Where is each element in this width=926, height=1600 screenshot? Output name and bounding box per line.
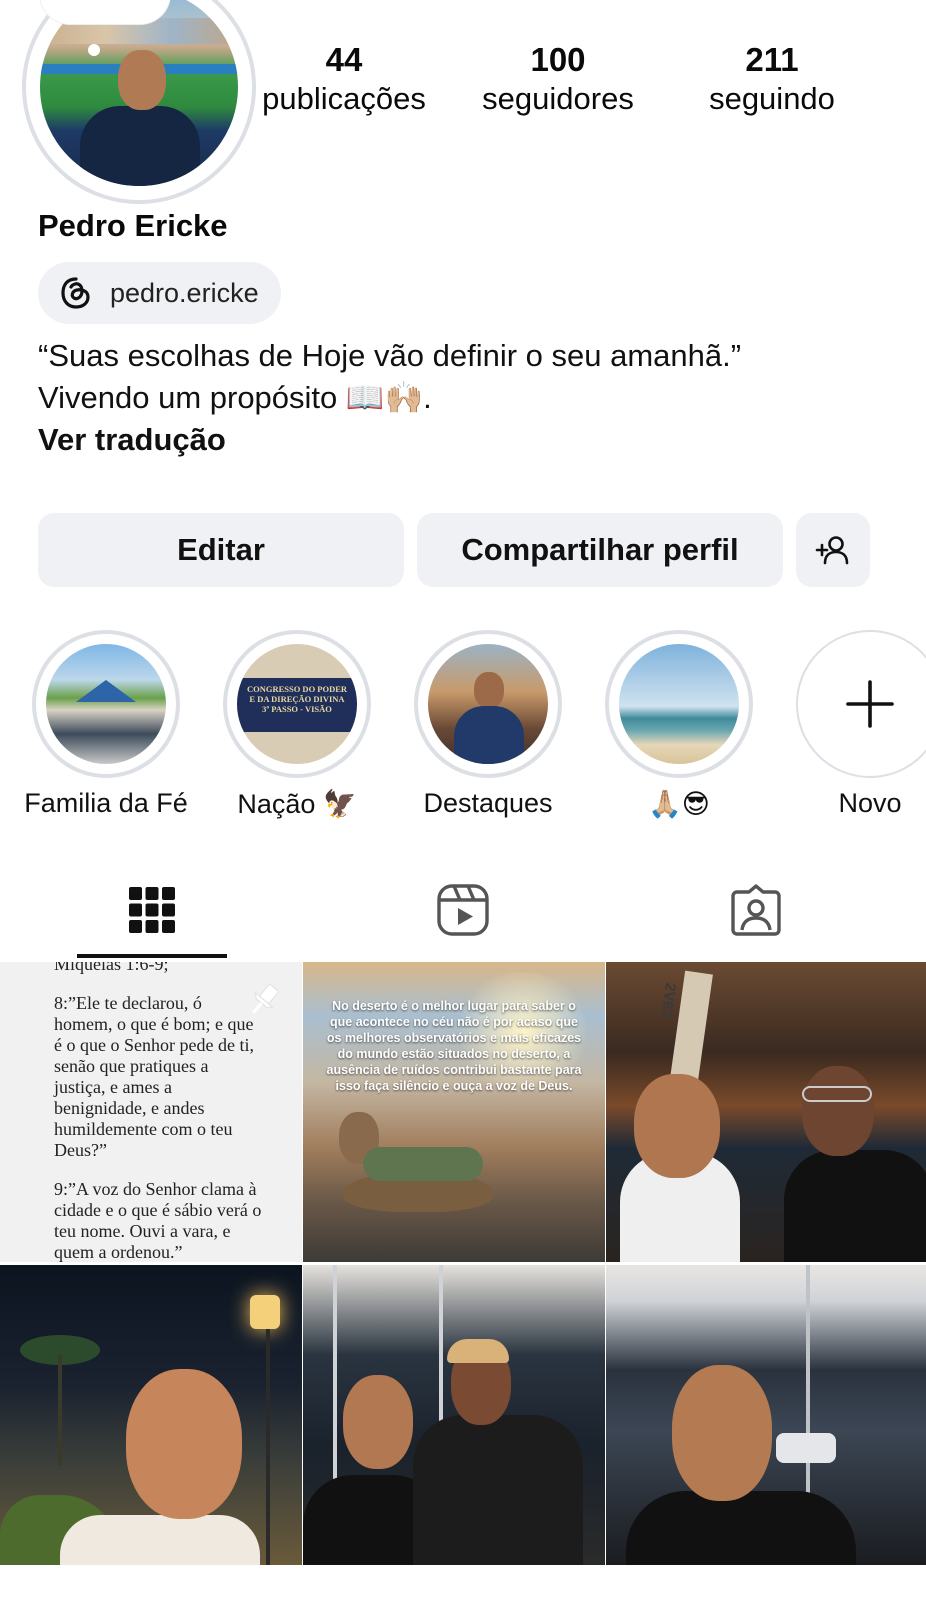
highlight-ring bbox=[414, 630, 562, 778]
threads-handle: pedro.ericke bbox=[110, 277, 259, 308]
highlight-cover bbox=[46, 644, 166, 764]
highlight-label: Novo bbox=[838, 788, 902, 818]
highlight-emoji[interactable]: 🙏🏼😎 bbox=[604, 630, 754, 819]
active-tab-indicator bbox=[77, 954, 227, 958]
threads-link-chip[interactable]: pedro.ericke bbox=[38, 262, 281, 324]
highlight-destaques[interactable]: Destaques bbox=[413, 630, 563, 818]
post-tile-night-selfie[interactable] bbox=[0, 1265, 302, 1565]
bio-line-2: Vivendo um propósito 📖🙌🏼. bbox=[38, 380, 432, 415]
highlight-cover-text-1: CONGRESSO DO PODER bbox=[246, 684, 348, 694]
bio-line-1: “Suas escolhas de Hoje vão definir o seu… bbox=[38, 338, 742, 373]
posts-count-value: 44 bbox=[325, 41, 363, 78]
pin-icon bbox=[251, 984, 279, 1014]
highlight-new-ring bbox=[796, 630, 926, 778]
following-count-label: seguindo bbox=[709, 81, 835, 116]
discover-people-button[interactable] bbox=[796, 513, 870, 587]
post-restaurant-sign: 2V62 bbox=[657, 981, 679, 1019]
followers-count-value: 100 bbox=[530, 41, 586, 78]
edit-profile-button[interactable]: Editar bbox=[38, 513, 404, 587]
tab-reels[interactable] bbox=[388, 860, 538, 960]
see-translation-link[interactable]: Ver tradução bbox=[38, 419, 741, 461]
profile-name: Pedro Ericke bbox=[38, 208, 228, 243]
post-desert-overlay-text: No deserto é o melhor lugar para saber o… bbox=[326, 999, 582, 1093]
profile-bio: “Suas escolhas de Hoje vão definir o seu… bbox=[38, 335, 741, 461]
highlight-cover bbox=[428, 644, 548, 764]
highlight-nacao[interactable]: CONGRESSO DO PODER E DA DIREÇÃO DIVINA 3… bbox=[222, 630, 372, 819]
note-dot bbox=[88, 44, 100, 56]
share-profile-button[interactable]: Compartilhar perfil bbox=[417, 513, 783, 587]
grid-icon bbox=[129, 887, 175, 933]
threads-icon bbox=[61, 277, 90, 309]
highlight-cover: CONGRESSO DO PODER E DA DIREÇÃO DIVINA 3… bbox=[237, 644, 357, 764]
post-verse-paragraph-1: 8:”Ele te declarou, ó homem, o que é bom… bbox=[54, 993, 254, 1160]
highlight-cover-text-3: 3º PASSO - VISÃO bbox=[262, 704, 332, 714]
following-count[interactable]: 211 seguindo bbox=[672, 40, 872, 118]
post-tile-desert[interactable]: No deserto é o melhor lugar para saber o… bbox=[303, 962, 605, 1262]
followers-count-label: seguidores bbox=[482, 81, 634, 116]
following-count-value: 211 bbox=[745, 41, 799, 78]
reels-icon bbox=[437, 884, 489, 936]
highlight-cover-text-2: E DA DIREÇÃO DIVINA bbox=[249, 694, 345, 704]
note-bubble[interactable] bbox=[40, 0, 170, 24]
profile-tabs bbox=[0, 860, 926, 960]
highlight-ring bbox=[32, 630, 180, 778]
tab-tagged[interactable] bbox=[681, 860, 831, 960]
tab-posts-grid[interactable] bbox=[77, 860, 227, 960]
profile-avatar[interactable] bbox=[40, 0, 238, 186]
followers-count[interactable]: 100 seguidores bbox=[458, 40, 658, 118]
profile-avatar-ring[interactable] bbox=[22, 0, 256, 204]
highlight-new[interactable]: Novo bbox=[795, 630, 926, 818]
highlight-cover bbox=[619, 644, 739, 764]
post-tile-restaurant[interactable]: 2V62 bbox=[606, 962, 926, 1262]
highlight-ring: CONGRESSO DO PODER E DA DIREÇÃO DIVINA 3… bbox=[223, 630, 371, 778]
post-verse-header: Miquéias 1:6-9; bbox=[54, 962, 169, 974]
tagged-icon bbox=[731, 884, 781, 936]
posts-count[interactable]: 44 publicações bbox=[244, 40, 444, 118]
post-tile-verse[interactable]: Miquéias 1:6-9; 8:”Ele te declarou, ó ho… bbox=[0, 962, 302, 1262]
highlight-ring bbox=[605, 630, 753, 778]
post-tile-friends[interactable] bbox=[303, 1265, 605, 1565]
highlight-familia-da-fe[interactable]: Familia da Fé bbox=[24, 630, 188, 818]
posts-count-label: publicações bbox=[262, 81, 426, 116]
post-verse-paragraph-2: 9:”A voz do Senhor clama à cidade e o qu… bbox=[54, 1179, 262, 1262]
plus-icon bbox=[846, 680, 894, 728]
add-person-icon bbox=[815, 536, 849, 565]
post-tile-window-selfie[interactable] bbox=[606, 1265, 926, 1565]
